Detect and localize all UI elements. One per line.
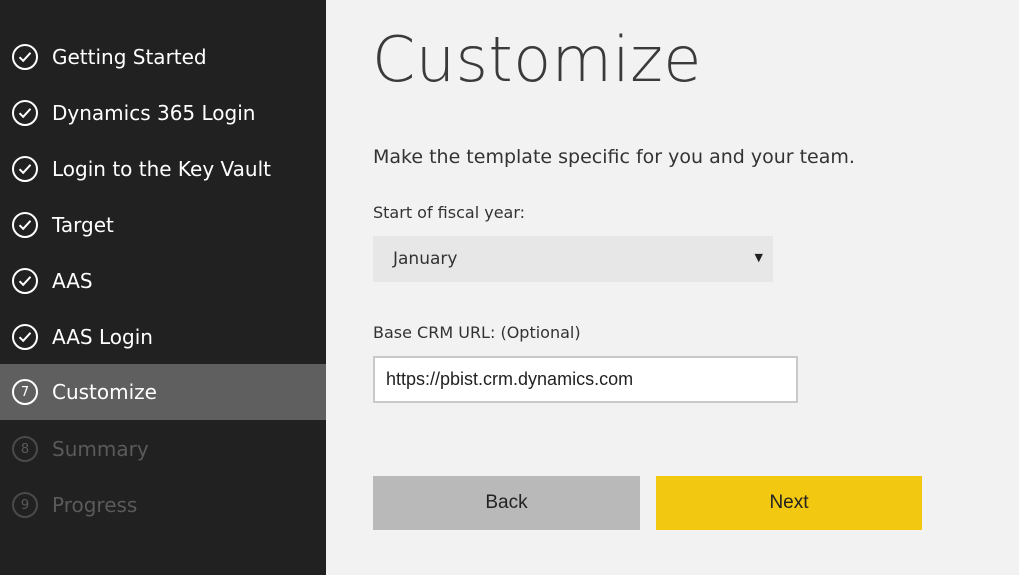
crm-url-input[interactable] xyxy=(373,356,798,403)
step-number: 8 xyxy=(20,441,30,457)
check-circle-icon xyxy=(12,268,38,294)
crm-url-label: Base CRM URL: (Optional) xyxy=(373,323,581,342)
back-button[interactable]: Back xyxy=(373,476,640,530)
check-circle-icon xyxy=(12,212,38,238)
check-circle-icon xyxy=(12,100,38,126)
fiscal-year-select[interactable]: January ▼ xyxy=(373,236,773,282)
step-number: 9 xyxy=(20,497,30,513)
sidebar-item-aas-login[interactable]: AAS Login xyxy=(0,309,326,365)
check-circle-icon xyxy=(12,324,38,350)
dropdown-arrow-icon: ▼ xyxy=(754,251,763,264)
sidebar-item-summary: 8 Summary xyxy=(0,421,326,477)
sidebar-item-getting-started[interactable]: Getting Started xyxy=(0,29,326,85)
wizard-sidebar: Getting Started Dynamics 365 Login Login… xyxy=(0,0,326,575)
step-number-icon: 7 xyxy=(12,379,38,405)
sidebar-item-label: AAS Login xyxy=(52,325,153,349)
sidebar-item-label: Summary xyxy=(52,437,149,461)
page-title: Customize xyxy=(372,23,702,96)
sidebar-item-label: Progress xyxy=(52,493,138,517)
sidebar-item-aas[interactable]: AAS xyxy=(0,253,326,309)
sidebar-item-label: Customize xyxy=(52,380,157,404)
sidebar-item-label: Dynamics 365 Login xyxy=(52,101,256,125)
page-description: Make the template specific for you and y… xyxy=(373,146,855,168)
check-circle-icon xyxy=(12,44,38,70)
sidebar-item-label: Getting Started xyxy=(52,45,207,69)
fiscal-year-selected-value: January xyxy=(393,249,458,269)
check-circle-icon xyxy=(12,156,38,182)
sidebar-item-customize[interactable]: 7 Customize xyxy=(0,364,326,420)
sidebar-item-label: Login to the Key Vault xyxy=(52,157,272,181)
step-number-icon: 8 xyxy=(12,436,38,462)
sidebar-item-target[interactable]: Target xyxy=(0,197,326,253)
sidebar-item-progress: 9 Progress xyxy=(0,477,326,533)
step-number-icon: 9 xyxy=(12,492,38,518)
sidebar-item-key-vault-login[interactable]: Login to the Key Vault xyxy=(0,141,326,197)
sidebar-item-dynamics-365-login[interactable]: Dynamics 365 Login xyxy=(0,85,326,141)
next-button[interactable]: Next xyxy=(656,476,922,530)
fiscal-year-label: Start of fiscal year: xyxy=(373,203,526,222)
sidebar-item-label: Target xyxy=(52,213,114,237)
sidebar-item-label: AAS xyxy=(52,269,93,293)
step-number: 7 xyxy=(20,384,30,400)
